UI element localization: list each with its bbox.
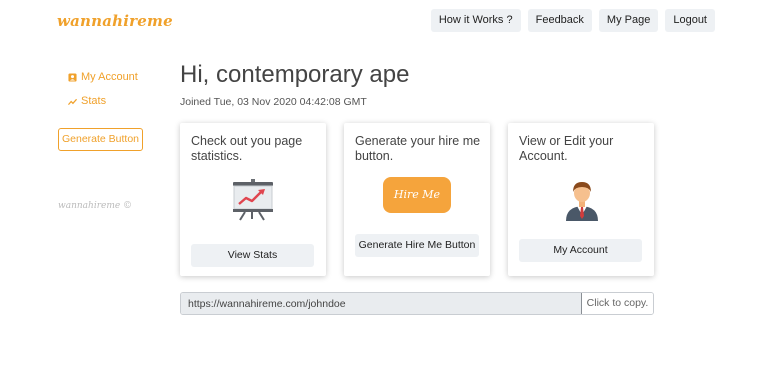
brand-logo[interactable]: wannahireme: [57, 12, 173, 30]
nav-feedback[interactable]: Feedback: [527, 9, 592, 32]
generate-button[interactable]: Generate Button: [58, 128, 143, 151]
stats-icon: [68, 98, 77, 105]
nav-my-page[interactable]: My Page: [598, 9, 659, 32]
my-account-button[interactable]: My Account: [519, 239, 642, 262]
sidebar-item-label: My Account: [81, 71, 138, 83]
card-text: View or Edit your Account.: [519, 134, 614, 163]
generate-hire-me-button[interactable]: Generate Hire Me Button: [355, 234, 479, 257]
view-stats-button[interactable]: View Stats: [191, 244, 314, 267]
businessman-avatar-icon: [566, 182, 598, 221]
card-text: Check out you page statistics.: [191, 134, 303, 163]
nav-logout[interactable]: Logout: [665, 9, 715, 32]
joined-date: Joined Tue, 03 Nov 2020 04:42:08 GMT: [180, 96, 367, 108]
hire-me-badge[interactable]: Hire Me: [383, 177, 451, 213]
sidebar-item-stats[interactable]: Stats: [68, 95, 106, 107]
account-icon: [68, 72, 77, 82]
page-url-input[interactable]: [181, 293, 581, 314]
page-url-bar: Click to copy.: [180, 292, 654, 315]
account-card: View or Edit your Account. My Account: [508, 123, 654, 276]
sidebar-item-my-account[interactable]: My Account: [68, 71, 138, 83]
hire-button-card: Generate your hire me button. Hire Me Ge…: [344, 123, 490, 276]
copy-url-button[interactable]: Click to copy.: [581, 293, 653, 314]
card-text: Generate your hire me button.: [355, 134, 481, 163]
stats-card: Check out you page statistics. View Stat…: [180, 123, 326, 276]
page-title: Hi, contemporary ape: [180, 61, 410, 88]
page: wannahireme How it Works ? Feedback My P…: [0, 0, 777, 380]
presentation-chart-icon: [233, 179, 273, 221]
sidebar-footer: wannahireme ©: [58, 201, 133, 211]
nav-how-it-works[interactable]: How it Works ?: [430, 9, 521, 32]
top-nav: How it Works ? Feedback My Page Logout: [430, 9, 715, 32]
sidebar-item-label: Stats: [81, 95, 107, 107]
